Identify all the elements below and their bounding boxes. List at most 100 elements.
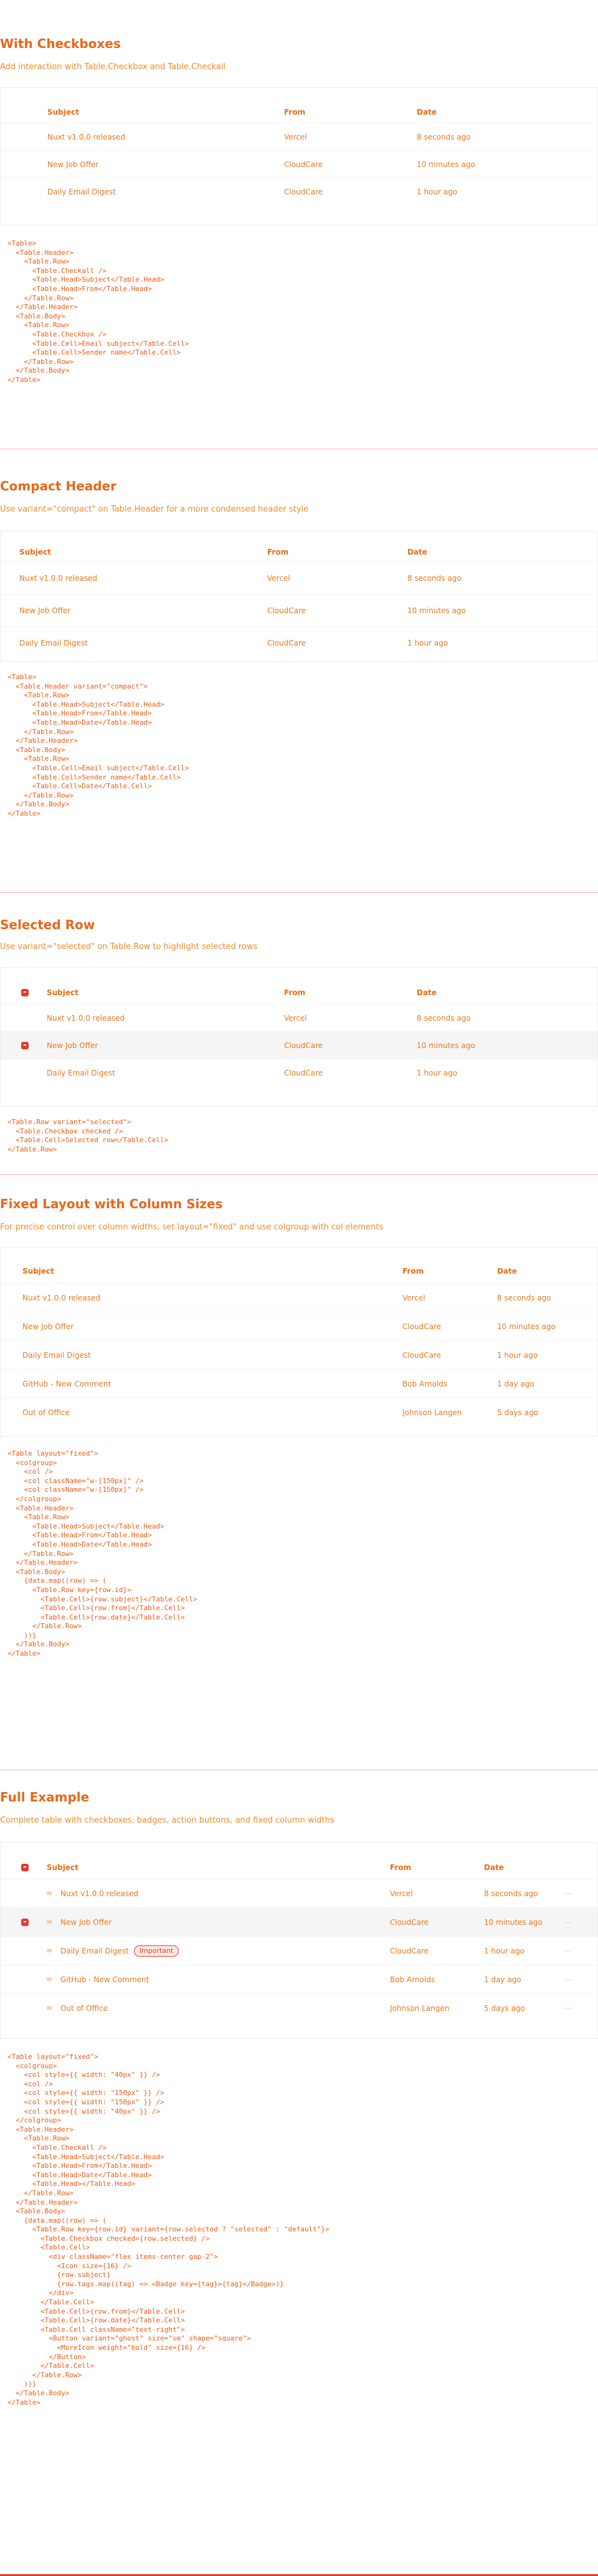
row-checkbox-cell[interactable] [21, 1032, 29, 1059]
cell-from: CloudCare [390, 1947, 429, 1955]
cell-date: 8 seconds ago [417, 1014, 471, 1023]
table-row[interactable]: New Job Offer CloudCare 10 minutes ago [1, 1312, 597, 1341]
mail-icon: ✉ [47, 1947, 52, 1955]
column-header-from[interactable]: From [402, 1259, 424, 1283]
cell-from: CloudCare [284, 188, 323, 196]
cell-from: Johnson Langen [402, 1408, 462, 1417]
cell-from: CloudCare [284, 1041, 323, 1050]
cell-from: CloudCare [402, 1322, 442, 1331]
cell-date: 1 day ago [497, 1380, 534, 1388]
row-action-button[interactable]: ⋯ [564, 1994, 572, 2023]
column-header-date[interactable]: Date [484, 1856, 504, 1879]
checkall-cell[interactable] [21, 981, 29, 1004]
cell-from: Bob Arnolds [402, 1380, 448, 1388]
cell-date: 1 hour ago [497, 1351, 538, 1360]
table-row[interactable]: New Job Offer CloudCare 10 minutes ago [1, 594, 597, 627]
row-action-button[interactable]: ⋯ [564, 1908, 572, 1937]
section-divider [0, 892, 598, 893]
table-row[interactable]: ✉ GitHub - New Comment Bob Arnolds 1 day… [1, 1965, 597, 1994]
cell-date: 8 seconds ago [407, 574, 462, 583]
mail-icon: ✉ [47, 1976, 52, 1983]
section-desc-checkboxes: Add interaction with Table.Checkbox and … [0, 62, 226, 72]
row-checkbox[interactable] [21, 1919, 29, 1926]
column-header-from[interactable]: From [390, 1856, 411, 1879]
preview-fixed: Subject From Date Nuxt v1.0.0 released V… [0, 1247, 598, 1437]
cell-from: CloudCare [390, 1918, 429, 1927]
table-row[interactable]: Out of Office Johnson Langen 5 days ago [1, 1398, 597, 1427]
section-desc-selected: Use variant="selected" on Table.Row to h… [0, 942, 258, 952]
cell-date: 5 days ago [497, 1408, 538, 1417]
table-row[interactable]: GitHub - New Comment Bob Arnolds 1 day a… [1, 1369, 597, 1398]
cell-subject: Nuxt v1.0.0 released [47, 1014, 125, 1023]
table-row[interactable]: ✉ Out of Office Johnson Langen 5 days ag… [1, 1993, 597, 2023]
preview-checkboxes: Subject From Date Nuxt v1.0.0 released V… [0, 87, 598, 226]
column-header-from[interactable]: From [284, 102, 305, 123]
table-docs-page: With Checkboxes Add interaction with Tab… [0, 0, 598, 2576]
table-row[interactable]: Daily Email Digest CloudCare 1 hour ago [1, 178, 597, 206]
section-title-selected: Selected Row [0, 917, 95, 932]
column-header-subject[interactable]: Subject [19, 543, 51, 561]
cell-subject: ✉ Nuxt v1.0.0 released [47, 1879, 138, 1908]
mail-icon: ✉ [47, 1890, 52, 1897]
cell-from: Vercel [284, 1014, 307, 1023]
table-row[interactable]: Daily Email Digest CloudCare 1 hour ago [1, 1340, 597, 1370]
column-header-date[interactable]: Date [417, 981, 437, 1004]
table-row[interactable]: Daily Email Digest CloudCare 1 hour ago [1, 1059, 597, 1087]
table-row[interactable]: Nuxt v1.0.0 released Vercel 8 seconds ag… [1, 1004, 597, 1032]
checkall-cell[interactable] [21, 1856, 29, 1879]
cell-subject: Daily Email Digest [19, 639, 88, 647]
code-block-compact: <Table> <Table.Header variant="compact">… [7, 673, 189, 818]
column-header-from[interactable]: From [267, 543, 288, 561]
preview-selected: Subject From Date Nuxt v1.0.0 released V… [0, 967, 598, 1107]
column-header-subject[interactable]: Subject [47, 981, 78, 1004]
subject-text: New Job Offer [60, 1918, 112, 1927]
column-header-subject[interactable]: Subject [47, 1856, 78, 1879]
code-block-full: <Table layout="fixed"> <colgroup> <col s… [7, 2053, 330, 2407]
cell-from: CloudCare [284, 1069, 323, 1077]
section-desc-fixed: For precise control over column widths, … [0, 1223, 384, 1232]
column-header-from[interactable]: From [284, 981, 305, 1004]
table-row[interactable]: Daily Email Digest CloudCare 1 hour ago [1, 626, 597, 659]
cell-date: 10 minutes ago [497, 1322, 556, 1331]
cell-date: 10 minutes ago [417, 1041, 475, 1050]
row-action-button[interactable]: ⋯ [564, 1965, 572, 1994]
table-header-row: Subject From Date [1, 543, 597, 561]
column-header-date[interactable]: Date [407, 543, 427, 561]
table-row-selected[interactable]: New Job Offer CloudCare 10 minutes ago [1, 1031, 597, 1059]
column-header-subject[interactable]: Subject [22, 1259, 54, 1283]
code-block-selected: <Table.Row variant="selected"> <Table.Ch… [7, 1118, 169, 1153]
cell-subject: Out of Office [22, 1408, 70, 1417]
column-header-date[interactable]: Date [497, 1259, 517, 1283]
section-title-full: Full Example [0, 1790, 90, 1805]
more-icon: ⋯ [564, 1975, 572, 1984]
table-row[interactable]: Nuxt v1.0.0 released Vercel 8 seconds ag… [1, 561, 597, 594]
cell-subject: Daily Email Digest [47, 1069, 115, 1077]
row-action-button[interactable]: ⋯ [564, 1879, 572, 1908]
column-header-date[interactable]: Date [417, 102, 437, 123]
table-header-row: Subject From Date [1, 1856, 597, 1879]
row-action-button[interactable]: ⋯ [564, 1937, 572, 1965]
table-row[interactable]: ✉ Nuxt v1.0.0 released Vercel 8 seconds … [1, 1879, 597, 1908]
checkall-checkbox[interactable] [21, 1864, 29, 1871]
cell-subject: GitHub - New Comment [22, 1380, 112, 1388]
cell-from: Vercel [390, 1889, 413, 1898]
table-row[interactable]: New Job Offer CloudCare 10 minutes ago [1, 150, 597, 178]
cell-subject: ✉ Out of Office [47, 1994, 108, 2023]
cell-date: 8 seconds ago [497, 1294, 551, 1302]
section-desc-compact: Use variant="compact" on Table.Header fo… [0, 505, 309, 514]
subject-text: Nuxt v1.0.0 released [60, 1889, 139, 1898]
table-row[interactable]: Nuxt v1.0.0 released Vercel 8 seconds ag… [1, 1283, 597, 1312]
cell-date: 10 minutes ago [407, 606, 466, 615]
table-row-selected[interactable]: ✉ New Job Offer CloudCare 10 minutes ago… [1, 1907, 597, 1937]
column-header-subject[interactable]: Subject [47, 102, 79, 123]
cell-date: 1 hour ago [484, 1947, 525, 1955]
cell-from: CloudCare [284, 160, 323, 169]
row-checkbox-cell[interactable] [21, 1908, 29, 1937]
table-row[interactable]: ✉ Daily Email Digest Important CloudCare… [1, 1936, 597, 1965]
cell-date: 8 seconds ago [484, 1889, 538, 1898]
row-checkbox[interactable] [21, 1042, 29, 1049]
subject-text: GitHub - New Comment [60, 1975, 150, 1984]
more-icon: ⋯ [564, 1947, 572, 1955]
table-row[interactable]: Nuxt v1.0.0 released Vercel 8 seconds ag… [1, 123, 597, 151]
checkall-checkbox[interactable] [21, 989, 29, 996]
